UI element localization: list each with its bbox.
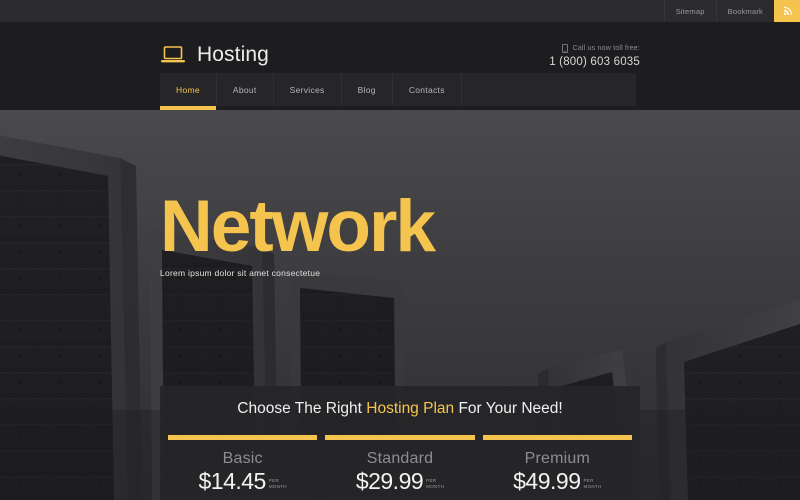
plan-period-line2: MONTH bbox=[268, 484, 287, 490]
header-contact: Call us now toll free: 1 (800) 603 6035 bbox=[549, 42, 640, 68]
hero-content: Network Lorem ipsum dolor sit amet conse… bbox=[160, 186, 436, 279]
plan-period-line2: MONTH bbox=[583, 484, 602, 490]
rss-button[interactable] bbox=[774, 0, 800, 22]
phone-icon bbox=[561, 44, 568, 53]
top-link-sitemap[interactable]: Sitemap bbox=[663, 0, 716, 22]
logo-text: Hosting bbox=[197, 43, 269, 66]
plan-card-premium[interactable]: Premium $49.99 PER MONTH bbox=[482, 435, 632, 500]
plan-period-line1: PER bbox=[583, 478, 594, 483]
pricing-heading-before: Choose The Right bbox=[237, 400, 367, 417]
top-bar-links: Sitemap Bookmark bbox=[663, 0, 800, 22]
pricing-heading: Choose The Right Hosting Plan For Your N… bbox=[160, 386, 640, 418]
hero-title: Network bbox=[160, 186, 436, 267]
pricing-panel: Choose The Right Hosting Plan For Your N… bbox=[160, 386, 640, 500]
plan-price-row: $14.45 PER MONTH bbox=[168, 468, 317, 494]
plan-period: PER MONTH bbox=[584, 478, 602, 490]
pricing-plans: Basic $14.45 PER MONTH Standard $29.99 P… bbox=[168, 435, 632, 500]
rss-icon bbox=[782, 6, 793, 17]
plan-name: Standard bbox=[366, 450, 434, 467]
laptop-icon bbox=[160, 45, 186, 65]
plan-name: Premium bbox=[524, 450, 591, 467]
plan-price-row: $49.99 PER MONTH bbox=[483, 468, 632, 494]
plan-period-line2: MONTH bbox=[426, 484, 445, 490]
hero-subtitle: Lorem ipsum dolor sit amet consectetue bbox=[160, 268, 321, 279]
contact-number: 1 (800) 603 6035 bbox=[549, 56, 640, 68]
plan-price: $49.99 bbox=[513, 468, 581, 494]
pricing-heading-after: For Your Need! bbox=[454, 400, 563, 417]
plan-body: Basic $14.45 PER MONTH bbox=[168, 440, 318, 500]
plan-period: PER MONTH bbox=[269, 478, 287, 490]
plan-price: $14.45 bbox=[198, 468, 266, 494]
plan-card-basic[interactable]: Basic $14.45 PER MONTH bbox=[168, 435, 318, 500]
nav-item-services[interactable]: Services bbox=[274, 73, 342, 106]
header-row: Hosting Call us now toll free: 1 (800) 6… bbox=[160, 34, 640, 76]
nav-list: Home About Services Blog Contacts bbox=[160, 73, 636, 110]
page-root: Sitemap Bookmark Hosting Call us now tol… bbox=[0, 0, 800, 500]
main-navigation: Home About Services Blog Contacts bbox=[160, 73, 636, 110]
plan-price-row: $29.99 PER MONTH bbox=[325, 468, 474, 494]
plan-body: Premium $49.99 PER MONTH bbox=[482, 440, 632, 500]
plan-period: PER MONTH bbox=[426, 478, 444, 490]
contact-caption-row: Call us now toll free: bbox=[549, 44, 640, 53]
top-bar: Sitemap Bookmark bbox=[0, 0, 800, 22]
site-logo[interactable]: Hosting bbox=[160, 43, 269, 67]
nav-item-blog[interactable]: Blog bbox=[342, 73, 393, 106]
plan-price: $29.99 bbox=[355, 468, 424, 494]
nav-item-home[interactable]: Home bbox=[160, 73, 217, 110]
plan-period-line1: PER bbox=[426, 478, 437, 483]
nav-item-about[interactable]: About bbox=[217, 73, 274, 106]
plan-body: Standard $29.99 PER MONTH bbox=[325, 440, 475, 500]
plan-name: Basic bbox=[222, 450, 263, 467]
contact-caption: Call us now toll free: bbox=[572, 45, 640, 52]
plan-period-line1: PER bbox=[268, 478, 279, 483]
pricing-heading-highlight: Hosting Plan bbox=[366, 400, 455, 417]
top-link-bookmark[interactable]: Bookmark bbox=[715, 0, 774, 22]
nav-item-contacts[interactable]: Contacts bbox=[393, 73, 462, 106]
plan-card-standard[interactable]: Standard $29.99 PER MONTH bbox=[325, 435, 475, 500]
